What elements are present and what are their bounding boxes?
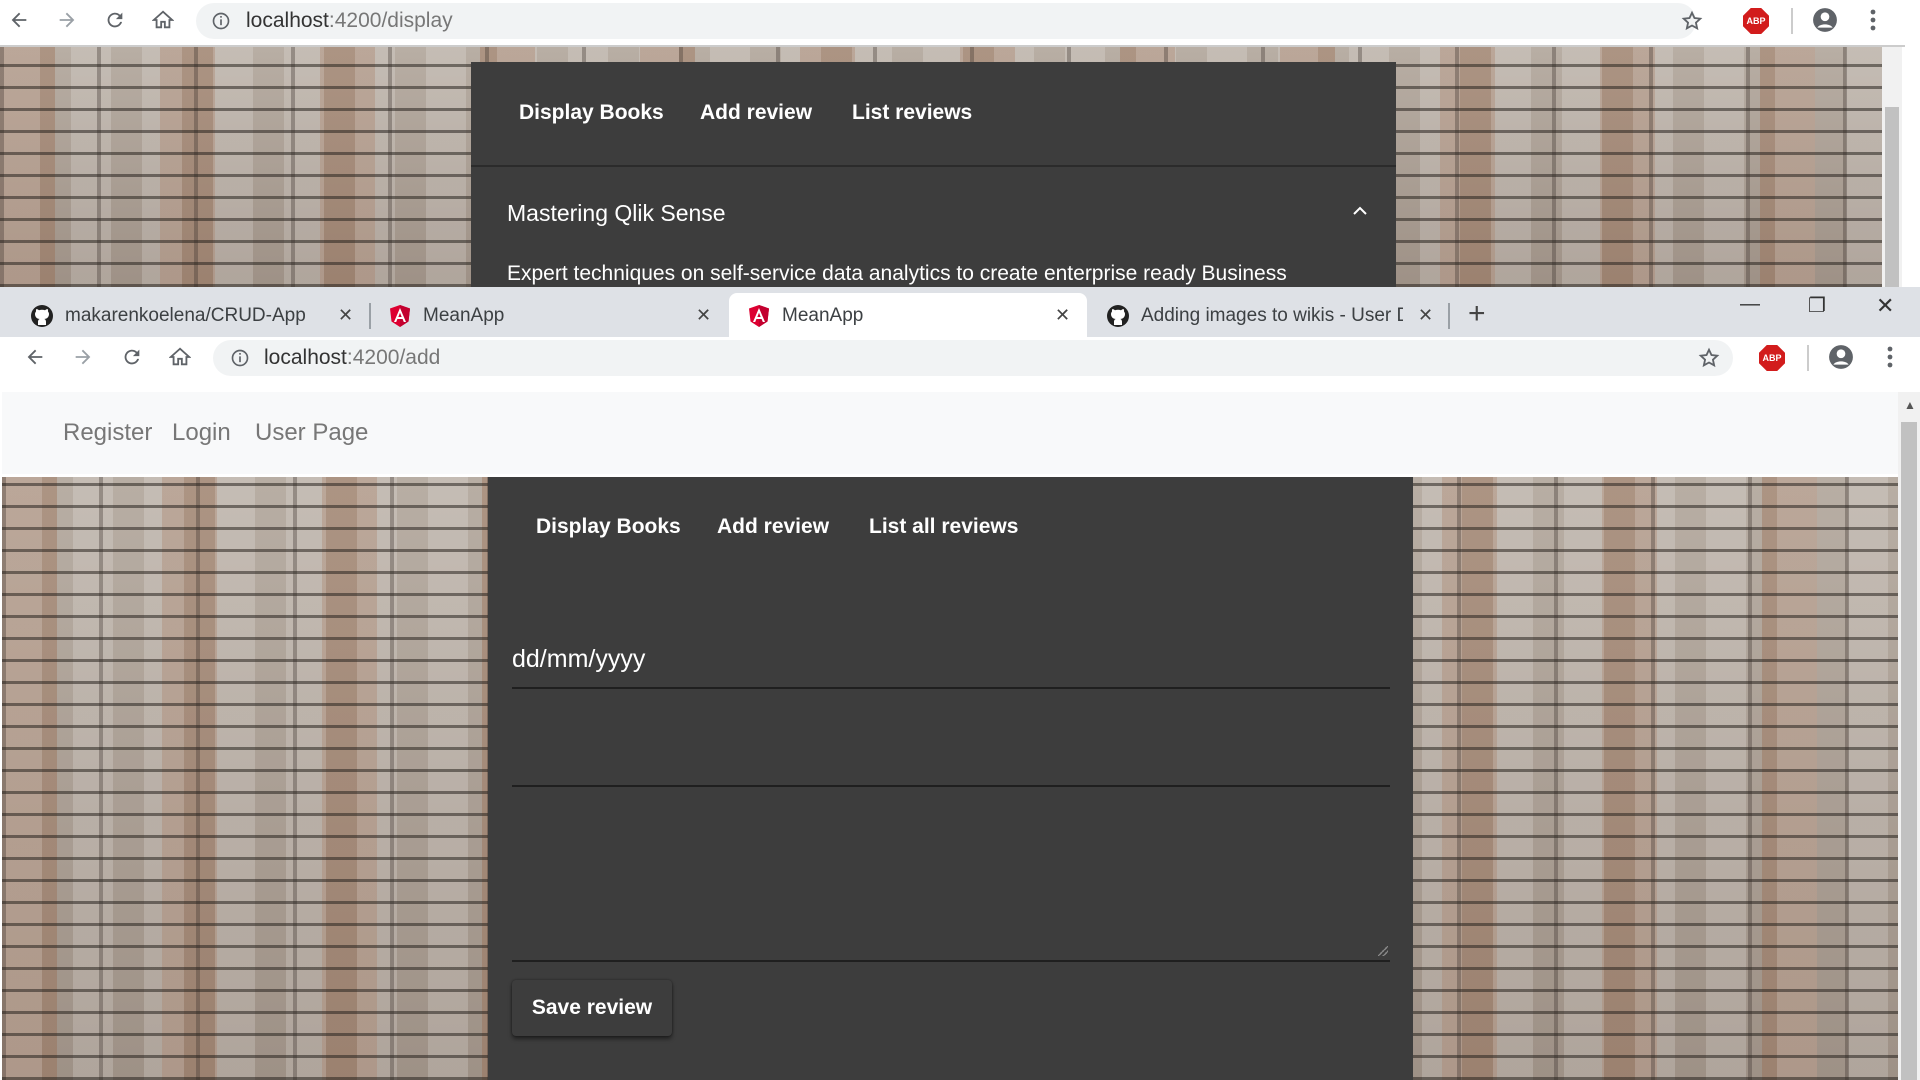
adblock-icon[interactable]: ABP (1743, 8, 1769, 34)
date-field[interactable]: dd/mm/yyyy (512, 633, 1390, 689)
new-tab-icon[interactable]: + (1468, 297, 1486, 331)
close-icon[interactable]: ✕ (338, 305, 353, 326)
scrollbar-thumb[interactable] (1885, 107, 1899, 287)
scrollbar-thumb[interactable] (1901, 422, 1917, 1080)
info-icon[interactable] (206, 6, 236, 36)
toolbar-separator (1791, 8, 1793, 34)
home-icon[interactable] (148, 5, 178, 35)
tab-title: MeanApp (782, 305, 864, 326)
minimize-icon[interactable]: — (1740, 293, 1760, 316)
scrollbar[interactable] (1882, 47, 1902, 287)
angular-icon (747, 304, 771, 328)
chevron-up-icon[interactable] (1348, 199, 1372, 223)
field-underline (512, 785, 1390, 787)
github-icon (30, 304, 54, 328)
forward-icon[interactable] (68, 342, 98, 372)
menu-kebab-icon[interactable] (1875, 342, 1905, 372)
book-description: Expert techniques on self-service data a… (507, 262, 1287, 285)
profile-icon[interactable] (1810, 5, 1840, 35)
tab-title: Adding images to wikis - User Do (1141, 305, 1403, 326)
nav-list-reviews[interactable]: List reviews (852, 101, 972, 125)
close-icon[interactable]: ✕ (1418, 305, 1433, 326)
github-icon (1106, 304, 1130, 328)
nav-display-books[interactable]: Display Books (536, 515, 681, 539)
close-icon[interactable]: ✕ (1055, 305, 1070, 326)
textarea-resize-handle[interactable] (1378, 946, 1388, 956)
top-navbar: Register Login User Page (2, 392, 1899, 474)
forward-icon[interactable] (52, 5, 82, 35)
nav-list-all-reviews[interactable]: List all reviews (869, 515, 1018, 539)
tab-title: makarenkoelena/CRUD-App (65, 305, 306, 326)
profile-icon[interactable] (1826, 342, 1856, 372)
books-panel: Display Books Add review List reviews Ma… (471, 62, 1396, 287)
back-icon[interactable] (20, 342, 50, 372)
tab-adding-images[interactable]: Adding images to wikis - User Do ✕ (1088, 293, 1450, 337)
foreground-browser-window: makarenkoelena/CRUD-App ✕ MeanApp ✕ Mean… (0, 287, 1920, 1080)
home-icon[interactable] (165, 342, 195, 372)
add-review-panel: Display Books Add review List all review… (488, 477, 1413, 1080)
bookmark-star-icon[interactable] (1677, 6, 1707, 36)
toolbar-separator (1807, 345, 1809, 371)
url-omnibox[interactable]: localhost:4200/add (213, 340, 1733, 376)
bookmark-star-icon[interactable] (1694, 343, 1724, 373)
background-browser-window: localhost:4200/display ABP Display Books… (0, 0, 1920, 287)
book-title[interactable]: Mastering Qlik Sense (507, 200, 726, 227)
address-bar-row: localhost:4200/add ABP (0, 337, 1920, 379)
review-text-field[interactable] (512, 805, 1390, 962)
nav-display-books[interactable]: Display Books (519, 101, 664, 125)
nav-register[interactable]: Register (63, 419, 152, 447)
scroll-up-icon[interactable]: ▲ (1904, 398, 1916, 412)
tab-meanapp-active[interactable]: MeanApp ✕ (729, 293, 1087, 337)
url-omnibox[interactable]: localhost:4200/display (196, 3, 1703, 39)
review-title-field[interactable] (512, 709, 1390, 787)
tab-title: MeanApp (423, 305, 505, 326)
close-icon[interactable]: ✕ (696, 305, 711, 326)
tab-meanapp-1[interactable]: MeanApp ✕ (370, 293, 728, 337)
tab-divider (1448, 303, 1450, 329)
field-underline (512, 960, 1390, 962)
reload-icon[interactable] (100, 5, 130, 35)
url-text: localhost:4200/display (246, 9, 453, 32)
nav-add-review[interactable]: Add review (717, 515, 829, 539)
address-bar-row: localhost:4200/display ABP (0, 0, 1920, 42)
date-input-value[interactable]: dd/mm/yyyy (512, 645, 645, 674)
nav-login[interactable]: Login (172, 419, 231, 447)
window-close-icon[interactable]: ✕ (1876, 293, 1894, 319)
panel-separator (471, 165, 1396, 167)
angular-icon (388, 304, 412, 328)
save-review-button[interactable]: Save review (512, 980, 672, 1036)
tab-strip: makarenkoelena/CRUD-App ✕ MeanApp ✕ Mean… (0, 287, 1920, 337)
nav-user-page[interactable]: User Page (255, 419, 368, 447)
url-text: localhost:4200/add (264, 346, 441, 369)
restore-icon[interactable]: ❐ (1808, 293, 1826, 318)
adblock-icon[interactable]: ABP (1759, 345, 1785, 371)
reload-icon[interactable] (117, 342, 147, 372)
menu-kebab-icon[interactable] (1858, 5, 1888, 35)
panel-navbar: Display Books Add review List all review… (488, 477, 1413, 577)
nav-add-review[interactable]: Add review (700, 101, 812, 125)
back-icon[interactable] (4, 5, 34, 35)
tab-crud-app[interactable]: makarenkoelena/CRUD-App ✕ (12, 293, 371, 337)
scrollbar[interactable]: ▲ (1898, 392, 1920, 1080)
field-underline (512, 687, 1390, 689)
panel-navbar: Display Books Add review List reviews (471, 62, 1396, 164)
info-icon[interactable] (225, 343, 255, 373)
